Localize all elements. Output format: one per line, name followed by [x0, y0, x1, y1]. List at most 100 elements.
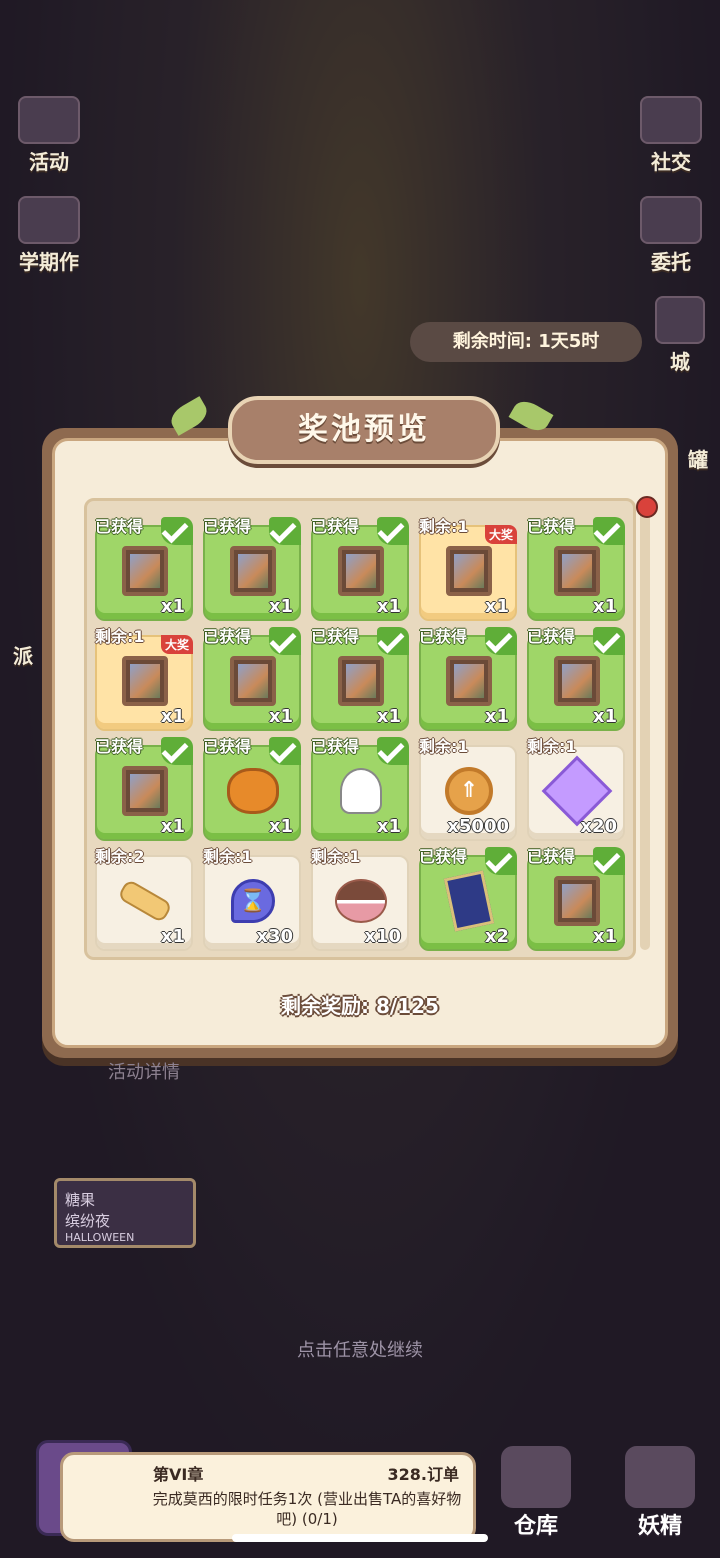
- commission-button[interactable]: 委托: [626, 196, 716, 274]
- reward-cell[interactable]: ⇑ 剩余:1 x5000: [419, 737, 517, 841]
- reward-cell[interactable]: 已获得 x1: [95, 516, 193, 621]
- reward-status: 剩余:1: [95, 627, 145, 646]
- painting-frame-icon: [122, 546, 168, 596]
- pumpkin-icon: [227, 768, 279, 814]
- reward-quantity: x1: [160, 706, 185, 727]
- reward-cell[interactable]: 已获得 x1: [203, 516, 301, 621]
- homework-label: 学期作: [19, 250, 79, 274]
- reward-cell[interactable]: 大奖 剩余:1 x1: [95, 627, 193, 731]
- reward-status: 剩余:1: [311, 847, 361, 866]
- reward-status: 已获得: [203, 517, 252, 536]
- fairy-icon: [625, 1446, 695, 1508]
- reward-cell[interactable]: 已获得 x1: [527, 516, 625, 621]
- warehouse-button[interactable]: 仓库: [486, 1446, 586, 1546]
- social-icon: [640, 96, 702, 144]
- reward-cell[interactable]: 已获得 x1: [95, 736, 193, 841]
- reward-quantity: x1: [268, 816, 293, 837]
- macaron-icon: [335, 879, 387, 923]
- reward-cell[interactable]: 已获得 x1: [527, 846, 625, 951]
- painting-frame-icon: [446, 546, 492, 596]
- quest-task: 完成莫西的限时任务1次 (营业出售TA的喜好物吧) (0/1): [152, 1490, 462, 1528]
- homework-button[interactable]: 学期作: [4, 196, 94, 274]
- painting-frame-icon: [338, 656, 384, 706]
- city-button[interactable]: 城: [640, 296, 720, 374]
- reward-status: 已获得: [527, 847, 576, 866]
- reward-art: [551, 875, 603, 927]
- event-logo-line2: 缤纷夜: [65, 1212, 111, 1230]
- reward-status: 剩余:1: [527, 737, 577, 756]
- reward-cell[interactable]: 已获得 x1: [527, 626, 625, 731]
- reward-quantity: x30: [256, 926, 293, 947]
- jar-button[interactable]: 罐: [676, 444, 720, 514]
- hourglass-icon: ⌛: [231, 879, 275, 923]
- grand-prize-badge: 大奖: [484, 525, 517, 544]
- reward-status: 已获得: [95, 737, 144, 756]
- reward-status: 已获得: [527, 627, 576, 646]
- reward-art: ⌛: [227, 875, 279, 927]
- reward-quantity: x1: [484, 706, 509, 727]
- reward-art: [119, 545, 171, 597]
- remaining-rewards-count: 剩余奖励: 8/125: [281, 994, 439, 1018]
- reward-status: 剩余:1: [203, 847, 253, 866]
- reward-quantity: x1: [376, 596, 401, 617]
- reward-cell[interactable]: 剩余:1 x10: [311, 847, 409, 951]
- event-logo[interactable]: 糖果 缤纷夜 HALLOWEEN: [54, 1178, 196, 1248]
- grid-scrollbar[interactable]: [640, 500, 650, 950]
- reward-art: [443, 870, 495, 932]
- reward-cell[interactable]: 已获得 x1: [203, 736, 301, 841]
- reward-cell[interactable]: 剩余:2 x1: [95, 847, 193, 951]
- painting-frame-icon: [554, 876, 600, 926]
- reward-cell[interactable]: 已获得 x1: [203, 626, 301, 731]
- homework-icon: [18, 196, 80, 244]
- fairy-button[interactable]: 妖精: [610, 1446, 710, 1546]
- painting-frame-icon: [230, 546, 276, 596]
- event-logo-line3: HALLOWEEN: [65, 1231, 135, 1244]
- quest-panel[interactable]: 第VI章 328.订单 完成莫西的限时任务1次 (营业出售TA的喜好物吧) (0…: [60, 1452, 476, 1542]
- painting-frame-icon: [554, 546, 600, 596]
- warehouse-icon: [501, 1446, 571, 1508]
- reward-cell[interactable]: 已获得 x2: [419, 846, 517, 951]
- reward-cell[interactable]: 已获得 x1: [311, 516, 409, 621]
- reward-quantity: x1: [160, 926, 185, 947]
- social-label: 社交: [651, 150, 691, 174]
- calendar-icon: [18, 96, 80, 144]
- event-detail-link[interactable]: 活动详情: [108, 1058, 180, 1084]
- painting-frame-icon: [338, 546, 384, 596]
- dispatch-button[interactable]: 派: [0, 640, 46, 710]
- reward-art: [227, 655, 279, 707]
- reward-quantity: x1: [160, 816, 185, 837]
- home-indicator[interactable]: [232, 1534, 488, 1542]
- jar-label: 罐: [688, 448, 708, 472]
- reward-cell[interactable]: 大奖 剩余:1 x1: [419, 517, 517, 621]
- reward-status: 已获得: [203, 627, 252, 646]
- reward-art: [335, 655, 387, 707]
- reward-cell[interactable]: 已获得 x1: [311, 626, 409, 731]
- dispatch-label: 派: [13, 644, 33, 668]
- activity-button[interactable]: 活动: [4, 96, 94, 174]
- reward-cell[interactable]: 已获得 x1: [419, 626, 517, 731]
- social-button[interactable]: 社交: [626, 96, 716, 174]
- reward-quantity: x1: [376, 816, 401, 837]
- painting-frame-icon: [122, 656, 168, 706]
- reward-quantity: x2: [484, 926, 509, 947]
- scrollbar-thumb[interactable]: [636, 496, 658, 518]
- key-icon: [116, 878, 174, 924]
- reward-cell[interactable]: 剩余:1 x20: [527, 737, 625, 841]
- commission-label: 委托: [651, 250, 691, 274]
- reward-art: [116, 875, 174, 927]
- reward-quantity: x10: [364, 926, 401, 947]
- reward-status: 已获得: [95, 517, 144, 536]
- commission-icon: [640, 196, 702, 244]
- quest-orders: 328.订单: [387, 1465, 459, 1484]
- reward-status: 已获得: [203, 737, 252, 756]
- city-label: 城: [670, 350, 690, 374]
- reward-quantity: x1: [592, 926, 617, 947]
- continue-hint[interactable]: 点击任意处继续: [0, 1336, 720, 1362]
- reward-cell[interactable]: 已获得 x1: [311, 736, 409, 841]
- reward-grid[interactable]: 已获得 x1 已获得 x1 已获得 x1 大奖 剩余:1 x1 已获得 x1 大奖 剩余:1 x1 已获得 x…: [95, 516, 625, 951]
- reward-cell[interactable]: ⌛ 剩余:1 x30: [203, 847, 301, 951]
- reward-quantity: x1: [592, 706, 617, 727]
- activity-label: 活动: [29, 150, 69, 174]
- reward-art: [119, 765, 171, 817]
- reward-art: [335, 545, 387, 597]
